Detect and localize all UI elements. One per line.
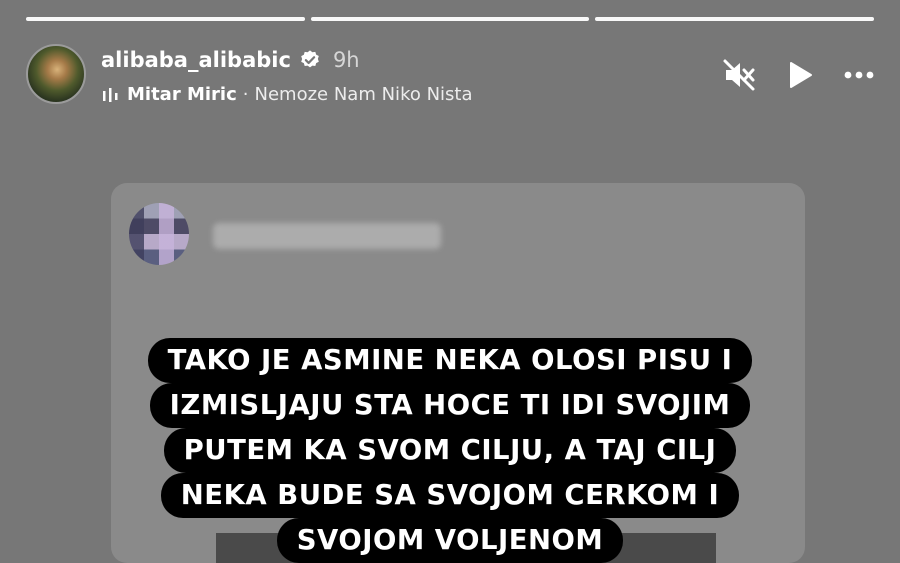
caption-line: SVOJOM VOLJENOM <box>276 518 624 563</box>
post-time: 9h <box>332 48 360 72</box>
play-icon[interactable] <box>782 58 816 92</box>
more-options-icon[interactable] <box>842 58 876 92</box>
username[interactable]: alibaba_alibabic <box>101 48 291 72</box>
blurred-avatar <box>129 203 189 265</box>
verified-badge-icon <box>301 50 319 68</box>
caption-line: NEKA BUDE SA SVOJOM CERKOM I <box>160 473 740 518</box>
music-title: Nemoze Nam Niko Nista <box>254 84 473 105</box>
music-info[interactable]: Mitar Miric · Nemoze Nam Niko Nista <box>101 84 473 105</box>
story-progress-bar <box>26 17 875 21</box>
story-caption: TAKO JE ASMINE NEKA OLOSI PISU I IZMISLJ… <box>100 338 800 563</box>
progress-segment-1 <box>26 17 305 21</box>
profile-avatar[interactable] <box>26 44 86 104</box>
progress-segment-2 <box>310 17 590 21</box>
progress-segment-3 <box>595 17 875 21</box>
caption-line: TAKO JE ASMINE NEKA OLOSI PISU I <box>147 338 753 383</box>
story-controls <box>722 58 876 92</box>
username-row: alibaba_alibabic 9h <box>101 48 360 72</box>
blurred-username <box>213 223 441 249</box>
music-artist: Mitar Miric <box>127 84 237 105</box>
music-separator: · <box>242 84 249 105</box>
caption-line: PUTEM KA SVOM CILJU, A TAJ CILJ <box>163 428 737 473</box>
story-header: alibaba_alibabic 9h Mitar Miric · Nemoze… <box>26 44 876 106</box>
music-bars-icon <box>103 87 118 102</box>
caption-line: IZMISLJAJU STA HOCE TI IDI SVOJIM <box>149 383 751 428</box>
speaker-muted-icon[interactable] <box>722 58 756 92</box>
